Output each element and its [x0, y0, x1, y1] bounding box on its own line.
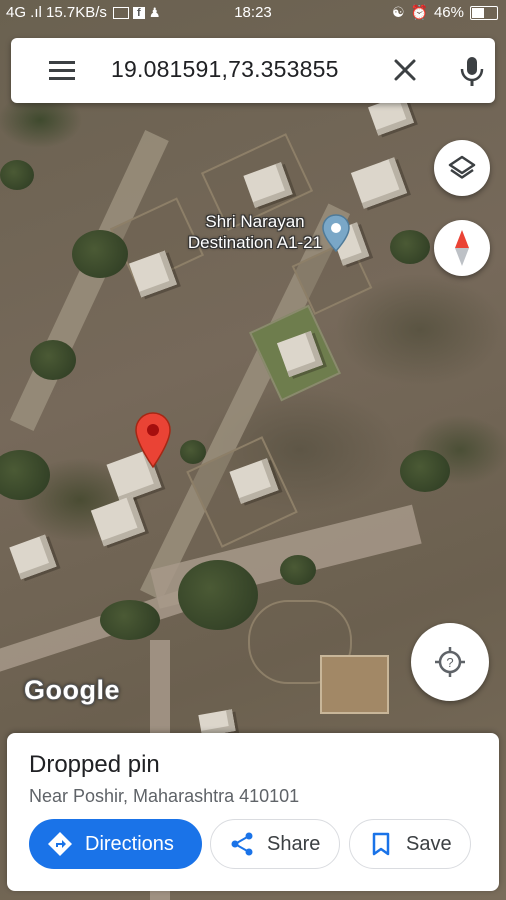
share-button[interactable]: Share [210, 819, 340, 869]
layers-button[interactable] [434, 140, 490, 196]
battery-icon [470, 5, 498, 20]
map-tree [100, 600, 160, 640]
share-label: Share [267, 832, 321, 855]
close-icon[interactable] [391, 56, 419, 84]
battery-percent: 46% [433, 4, 464, 21]
map-place-label[interactable]: Shri Narayan Destination A1-21 [165, 211, 345, 253]
my-location-icon: ? [435, 647, 465, 677]
alarm-icon: ⏰ [410, 4, 428, 20]
map-tree [30, 340, 76, 380]
directions-label: Directions [85, 832, 174, 855]
map-tree [390, 230, 430, 264]
my-location-button[interactable]: ? [411, 623, 489, 701]
headset-icon: ☯ [391, 4, 405, 20]
search-input[interactable]: 19.081591,73.353855 [111, 56, 339, 83]
directions-button[interactable]: Directions [29, 819, 202, 869]
place-address: Near Poshir, Maharashtra 410101 [29, 786, 300, 806]
share-icon [231, 832, 253, 856]
map-tree [280, 555, 316, 585]
layers-icon [448, 155, 476, 179]
map-building [9, 534, 57, 580]
compass-icon [455, 230, 469, 266]
search-bar[interactable]: 19.081591,73.353855 [11, 38, 495, 103]
save-button[interactable]: Save [349, 819, 471, 869]
map-tree [400, 450, 450, 492]
compass-button[interactable] [434, 220, 490, 276]
map-building [350, 157, 408, 209]
map-tree [178, 560, 258, 630]
mic-icon[interactable] [457, 55, 487, 87]
place-sheet[interactable]: Dropped pin Near Poshir, Maharashtra 410… [7, 733, 499, 891]
map-tree [72, 230, 128, 278]
map-tree [0, 450, 50, 500]
map-sand-patch [320, 655, 389, 714]
bookmark-icon [372, 832, 390, 856]
directions-icon [48, 832, 72, 856]
save-label: Save [406, 832, 452, 855]
place-marker-icon[interactable] [321, 213, 351, 253]
status-bar: 4G .ıl 15.7KB/s f ♟ 18:23 ☯ ⏰ 46% [0, 0, 506, 26]
place-title: Dropped pin [29, 751, 160, 778]
map-building [90, 495, 146, 547]
dropped-pin-icon[interactable] [134, 411, 172, 469]
menu-icon[interactable] [49, 61, 75, 81]
map-tree [180, 440, 206, 464]
google-logo: Google [24, 675, 120, 705]
svg-text:?: ? [446, 655, 453, 670]
map-tree [0, 160, 34, 190]
